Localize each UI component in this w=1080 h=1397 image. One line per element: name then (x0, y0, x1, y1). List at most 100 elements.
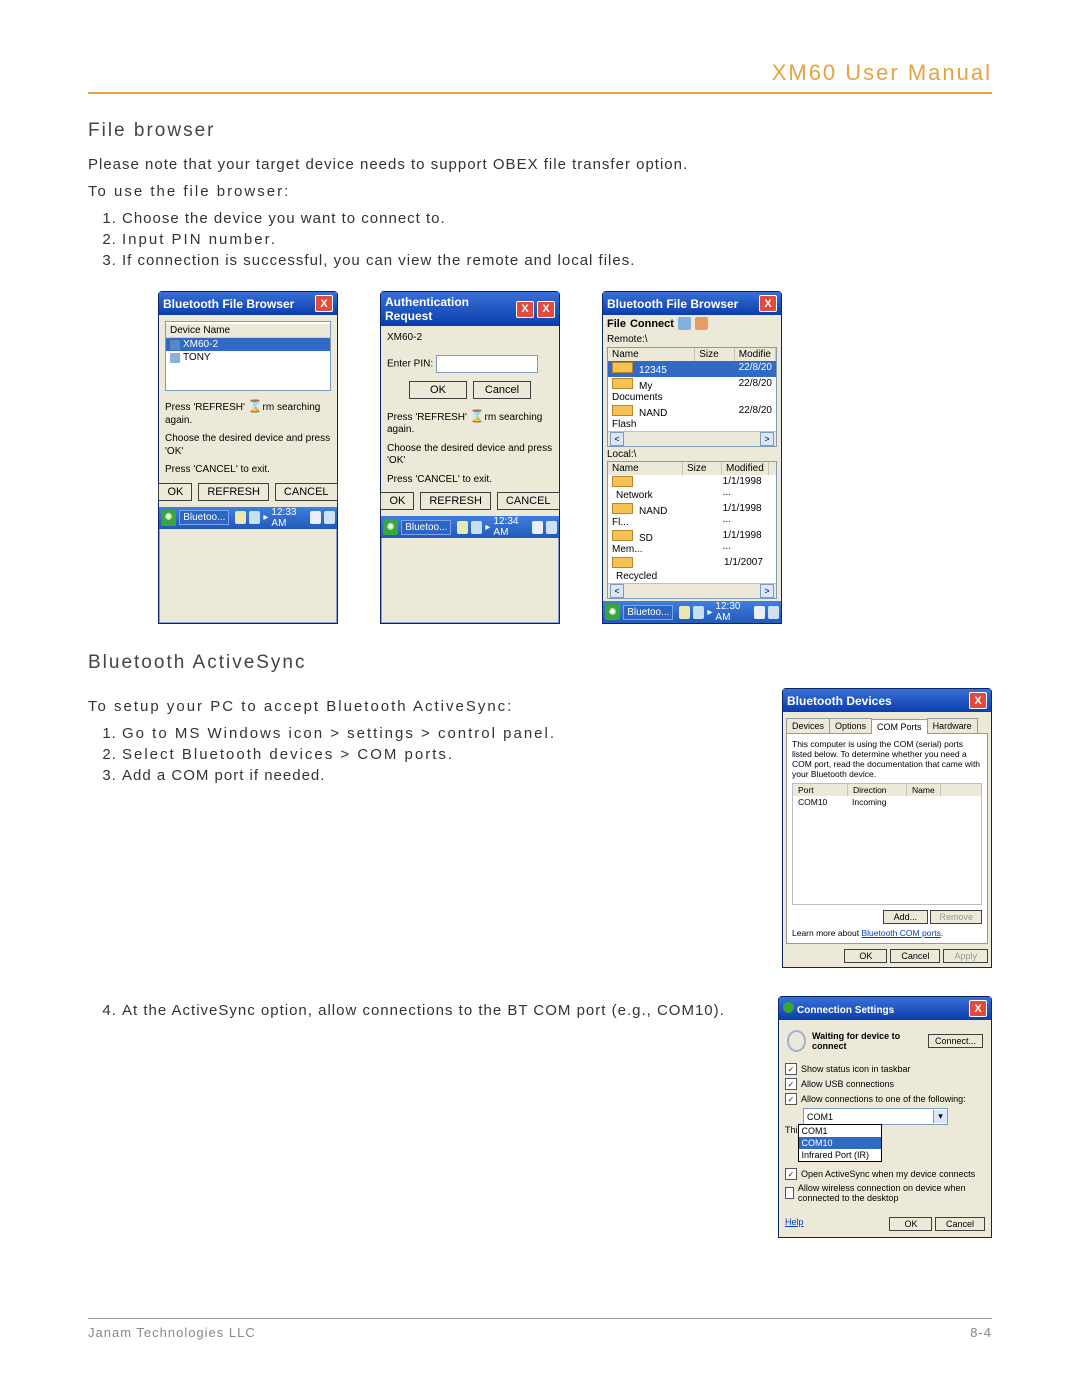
tray-icon[interactable] (546, 521, 557, 534)
checkbox-row[interactable]: ✓Open ActiveSync when my device connects (785, 1168, 985, 1180)
menu-file[interactable]: File (607, 318, 626, 330)
local-file-table[interactable]: Name Size Modified Network1/1/1998 ... N… (607, 461, 777, 599)
checkbox-row[interactable]: ✓Allow connections to one of the followi… (785, 1093, 985, 1105)
combo-value: COM1 (807, 1112, 833, 1122)
device-listbox[interactable]: Device Name XM60-2 TONY (165, 321, 331, 391)
table-row[interactable]: Network1/1/1998 ... (608, 475, 776, 502)
window-connection-settings: Connection Settings X Waiting for device… (778, 996, 992, 1238)
tray-icon[interactable] (249, 511, 260, 524)
refresh-button[interactable]: REFRESH (198, 483, 269, 501)
cancel-button[interactable]: Cancel (473, 381, 531, 399)
list-item[interactable]: COM10 Incoming (793, 796, 981, 808)
tray-icon[interactable] (532, 521, 543, 534)
tray-icon[interactable] (679, 606, 690, 619)
checkbox-icon[interactable]: ✓ (785, 1078, 797, 1090)
cell: 1/1/1998 ... (719, 530, 776, 555)
right-arrow-icon[interactable]: > (760, 584, 774, 598)
ok-button[interactable]: OK (889, 1217, 932, 1231)
table-row[interactable]: 1234522/8/20 (608, 361, 776, 377)
tray-icon[interactable] (235, 511, 246, 524)
taskbar-button[interactable]: Bluetoo... (623, 605, 673, 620)
com-port-list[interactable]: Port Direction Name COM10 Incoming (792, 783, 982, 905)
step: Go to MS Windows icon > settings > contr… (122, 725, 754, 742)
taskbar-button[interactable]: Bluetoo... (401, 520, 451, 535)
tray-icon[interactable] (457, 521, 468, 534)
ok-button[interactable]: OK (409, 381, 467, 399)
hourglass-icon (470, 409, 482, 423)
connect-button[interactable]: Connect... (928, 1034, 983, 1048)
hint: Press 'CANCEL' to exit. (387, 474, 553, 487)
checkbox-icon[interactable]: ✓ (785, 1093, 797, 1105)
left-arrow-icon[interactable]: < (610, 584, 624, 598)
menu-connect[interactable]: Connect (630, 318, 674, 330)
close-icon[interactable]: X (516, 301, 534, 318)
cancel-button[interactable]: CANCEL (275, 483, 338, 501)
checkbox-label: Allow wireless connection on device when… (798, 1183, 985, 1203)
help-link[interactable]: Help (785, 1217, 804, 1231)
table-row[interactable]: SD Mem...1/1/1998 ... (608, 529, 776, 556)
close-icon[interactable]: X (969, 1000, 987, 1017)
taskbar-button[interactable]: Bluetoo... (179, 510, 229, 525)
start-icon[interactable]: ✺ (161, 510, 176, 526)
list-item[interactable]: XM60-2 (166, 338, 330, 351)
toolbar-icon[interactable] (695, 317, 708, 330)
dropdown-option[interactable]: Infrared Port (IR) (799, 1149, 881, 1161)
close-icon[interactable]: X (537, 301, 555, 318)
table-row[interactable]: NAND Fl...1/1/1998 ... (608, 502, 776, 529)
remove-button[interactable]: Remove (930, 910, 982, 924)
checkbox-icon[interactable]: ✓ (785, 1063, 797, 1075)
dropdown-option[interactable]: COM1 (799, 1125, 881, 1137)
left-arrow-icon[interactable]: < (610, 432, 624, 446)
com-port-combo[interactable]: COM1 ▾ (803, 1108, 948, 1125)
table-row[interactable]: NAND Flash22/8/20 (608, 404, 776, 431)
close-icon[interactable]: X (759, 295, 777, 312)
start-icon[interactable]: ✺ (605, 604, 620, 620)
scrollbar[interactable]: <> (608, 583, 776, 598)
tab-options[interactable]: Options (829, 718, 872, 733)
tab-hardware[interactable]: Hardware (927, 718, 978, 733)
checkbox-row[interactable]: ✓Show status icon in taskbar (785, 1063, 985, 1075)
right-arrow-icon[interactable]: > (760, 432, 774, 446)
checkbox-row[interactable]: ✓Allow USB connections (785, 1078, 985, 1090)
close-icon[interactable]: X (315, 295, 333, 312)
folder-icon (612, 530, 633, 541)
cancel-button[interactable]: Cancel (890, 949, 940, 963)
checkbox-row[interactable]: Allow wireless connection on device when… (785, 1183, 985, 1203)
learn-link[interactable]: Bluetooth COM ports (861, 928, 940, 938)
start-icon[interactable]: ✺ (383, 519, 398, 535)
close-icon[interactable]: X (969, 692, 987, 709)
tray-icon[interactable] (324, 511, 335, 524)
checkbox-icon[interactable]: ✓ (785, 1168, 797, 1180)
ok-button[interactable]: OK (158, 483, 192, 501)
cell: 22/8/20 (735, 362, 776, 376)
tray-icon[interactable] (693, 606, 704, 619)
cancel-button[interactable]: CANCEL (497, 492, 560, 510)
scrollbar[interactable]: <> (608, 431, 776, 446)
tray-icon[interactable] (754, 606, 765, 619)
pin-input[interactable] (436, 355, 538, 373)
tray-icon[interactable] (471, 521, 482, 534)
add-button[interactable]: Add... (883, 910, 929, 924)
titlebar: Bluetooth Devices X (783, 689, 991, 712)
combo-dropdown[interactable]: COM1 COM10 Infrared Port (IR) (798, 1124, 882, 1162)
checkbox-icon[interactable] (785, 1187, 794, 1199)
toolbar-icon[interactable] (678, 317, 691, 330)
tab-com-ports[interactable]: COM Ports (871, 719, 928, 734)
refresh-button[interactable]: REFRESH (420, 492, 491, 510)
hint: Press 'CANCEL' to exit. (165, 464, 331, 477)
table-header: Name Size Modifie (608, 348, 776, 361)
table-row[interactable]: Recycled1/1/2007 (608, 556, 776, 583)
tray-icon[interactable] (310, 511, 321, 524)
apply-button[interactable]: Apply (943, 949, 988, 963)
cancel-button[interactable]: Cancel (935, 1217, 985, 1231)
tray-icon[interactable] (768, 606, 779, 619)
local-label: Local:\ (607, 449, 777, 462)
chevron-down-icon[interactable]: ▾ (933, 1110, 947, 1123)
list-item[interactable]: TONY (166, 351, 330, 364)
dropdown-option[interactable]: COM10 (799, 1137, 881, 1149)
table-row[interactable]: My Documents22/8/20 (608, 377, 776, 404)
ok-button[interactable]: OK (844, 949, 887, 963)
ok-button[interactable]: OK (380, 492, 414, 510)
remote-file-table[interactable]: Name Size Modifie 1234522/8/20 My Docume… (607, 347, 777, 447)
tab-devices[interactable]: Devices (786, 718, 830, 733)
